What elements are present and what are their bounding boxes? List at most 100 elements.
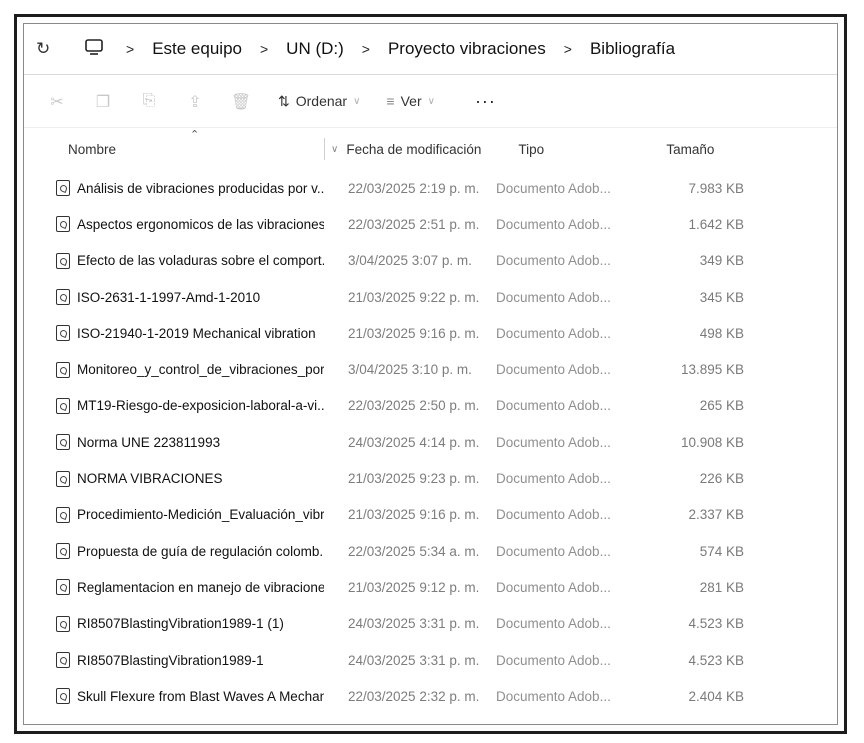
file-row[interactable]: Propuesta de guía de regulación colomb..…: [24, 533, 837, 569]
pdf-file-icon: [56, 652, 70, 668]
file-type: Documento Adob...: [496, 579, 611, 595]
file-size: 4.523 KB: [688, 652, 744, 668]
pdf-file-icon: [56, 470, 70, 487]
column-header-name[interactable]: ⌃ Nombre: [24, 129, 324, 157]
address-bar[interactable]: ↻ > Este equipo > UN (D:) > Proyecto vib…: [24, 24, 837, 75]
chevron-right-icon: >: [126, 41, 135, 57]
file-name-cell[interactable]: NORMA VIBRACIONES: [24, 470, 324, 487]
paste-icon[interactable]: ⎘: [138, 92, 160, 110]
file-row[interactable]: Reglamentacion en manejo de vibraciones 2…: [24, 569, 837, 605]
sort-button[interactable]: ⇅ Ordenar ∨: [278, 93, 360, 110]
file-name: RI8507BlastingVibration1989-1 (1): [77, 616, 284, 632]
pdf-file-icon: [56, 506, 70, 523]
file-size: 4.523 KB: [688, 616, 744, 632]
file-size: 10.908 KB: [680, 434, 744, 450]
file-date: 24/03/2025 3:31 p. m.: [348, 652, 480, 668]
view-button[interactable]: ≡ Ver ∨: [386, 93, 435, 109]
file-name-cell[interactable]: Procedimiento-Medición_Evaluación_vibr..…: [24, 506, 324, 523]
file-size: 574 KB: [699, 543, 744, 559]
file-name-cell[interactable]: Monitoreo_y_control_de_vibraciones_por..…: [24, 361, 324, 378]
file-name-cell[interactable]: RI8507BlastingVibration1989-1: [24, 652, 324, 668]
pdf-file-icon: [56, 180, 70, 197]
copy-icon[interactable]: ❐: [92, 92, 114, 111]
file-row[interactable]: Vibraciones y onda aérea21/03/2025 8:50 …: [24, 714, 837, 724]
file-date: 3/04/2025 3:07 p. m.: [348, 253, 472, 269]
file-name-cell[interactable]: MT19-Riesgo-de-exposicion-laboral-a-vi..…: [24, 397, 324, 414]
breadcrumb-este-equipo[interactable]: Este equipo: [152, 39, 242, 59]
column-header-type[interactable]: Tipo: [518, 142, 666, 157]
file-name-cell[interactable]: Efecto de las voladuras sobre el comport…: [24, 252, 324, 269]
file-name: ISO-21940-1-2019 Mechanical vibration: [77, 325, 316, 341]
file-type: Documento Adob...: [496, 688, 611, 704]
file-row[interactable]: MT19-Riesgo-de-exposicion-laboral-a-vi..…: [24, 388, 837, 424]
sort-label: Ordenar: [295, 93, 348, 109]
file-size: 13.895 KB: [680, 362, 744, 378]
file-row[interactable]: Efecto de las voladuras sobre el comport…: [24, 243, 837, 279]
file-name-cell[interactable]: ISO-2631-1-1997-Amd-1-2010: [24, 289, 324, 306]
column-header-size[interactable]: Tamaño: [666, 142, 766, 157]
file-type: Documento Adob...: [496, 507, 611, 523]
file-type: Documento Adob...: [496, 434, 611, 450]
file-name-cell[interactable]: Skull Flexure from Blast Waves A Mechan.…: [24, 688, 324, 705]
delete-icon[interactable]: 🗑: [230, 92, 252, 111]
file-row[interactable]: RI8507BlastingVibration1989-1 24/03/2025 …: [24, 642, 837, 678]
column-divider[interactable]: [324, 138, 325, 160]
pdf-file-icon: [56, 579, 70, 596]
file-name-cell[interactable]: Aspectos ergonomicos de las vibraciones: [24, 216, 324, 233]
file-type: Documento Adob...: [496, 652, 611, 668]
pdf-file-icon: [56, 325, 70, 342]
sort-ascending-icon: ⌃: [190, 128, 200, 141]
file-name-cell[interactable]: Norma UNE 223811993: [24, 434, 324, 451]
file-row[interactable]: ISO-21940-1-2019 Mechanical vibration 21/…: [24, 315, 837, 351]
file-row[interactable]: Monitoreo_y_control_de_vibraciones_por..…: [24, 351, 837, 387]
file-size: 281 KB: [699, 579, 744, 595]
file-name: RI8507BlastingVibration1989-1: [77, 652, 264, 668]
share-icon[interactable]: ⇪: [184, 92, 206, 111]
file-date: 21/03/2025 9:23 p. m.: [348, 471, 480, 487]
file-size: 498 KB: [699, 325, 744, 341]
file-row[interactable]: Norma UNE 223811993 24/03/2025 4:14 p. m.…: [24, 424, 837, 460]
file-name-cell[interactable]: Reglamentacion en manejo de vibraciones: [24, 579, 324, 596]
cut-icon[interactable]: ✂: [46, 92, 68, 111]
file-name-cell[interactable]: Propuesta de guía de regulación colomb..…: [24, 543, 324, 560]
more-options-button[interactable]: ···: [475, 91, 496, 112]
file-size: 265 KB: [699, 398, 744, 414]
view-label: Ver: [400, 93, 422, 109]
file-row[interactable]: Aspectos ergonomicos de las vibraciones 2…: [24, 206, 837, 242]
file-row[interactable]: ISO-2631-1-1997-Amd-1-2010 21/03/2025 9:2…: [24, 279, 837, 315]
explorer-window-frame: ↻ > Este equipo > UN (D:) > Proyecto vib…: [14, 14, 847, 734]
file-name-cell[interactable]: Análisis de vibraciones producidas por v…: [24, 180, 324, 197]
file-date: 21/03/2025 9:16 p. m.: [348, 507, 480, 523]
computer-icon[interactable]: [84, 38, 108, 61]
breadcrumb-drive[interactable]: UN (D:): [286, 39, 344, 59]
file-row[interactable]: NORMA VIBRACIONES 21/03/2025 9:23 p. m. Do…: [24, 460, 837, 496]
refresh-icon[interactable]: ↻: [36, 39, 58, 59]
file-row[interactable]: RI8507BlastingVibration1989-1 (1) 24/03/2…: [24, 606, 837, 642]
file-type: Documento Adob...: [496, 471, 611, 487]
file-row[interactable]: Procedimiento-Medición_Evaluación_vibr..…: [24, 497, 837, 533]
file-type: Documento Adob...: [496, 362, 611, 378]
breadcrumb-proyecto[interactable]: Proyecto vibraciones: [388, 39, 546, 59]
file-name: Norma UNE 223811993: [77, 434, 221, 450]
file-list: Análisis de vibraciones producidas por v…: [24, 170, 837, 724]
file-type: Documento Adob...: [496, 289, 611, 305]
column-header-date[interactable]: Fecha de modificación: [346, 142, 518, 157]
file-size: 1.642 KB: [688, 216, 744, 232]
file-name: MT19-Riesgo-de-exposicion-laboral-a-vi..…: [77, 398, 324, 414]
chevron-right-icon: >: [563, 41, 572, 57]
breadcrumb-current-folder[interactable]: Bibliografía: [590, 39, 675, 59]
file-date: 22/03/2025 2:51 p. m.: [348, 216, 480, 232]
file-row[interactable]: Análisis de vibraciones producidas por v…: [24, 170, 837, 206]
file-size: 349 KB: [699, 253, 744, 269]
file-size: 2.404 KB: [688, 688, 744, 704]
file-type: Documento Adob...: [496, 216, 611, 232]
file-date: 3/04/2025 3:10 p. m.: [348, 362, 472, 378]
file-row[interactable]: Skull Flexure from Blast Waves A Mechan.…: [24, 678, 837, 714]
file-name-cell[interactable]: RI8507BlastingVibration1989-1 (1): [24, 615, 324, 632]
file-type: Documento Adob...: [496, 325, 611, 341]
file-type: Documento Adob...: [496, 253, 611, 269]
chevron-down-icon: ∨: [353, 95, 361, 107]
file-name: Monitoreo_y_control_de_vibraciones_por..…: [77, 362, 324, 378]
file-name-cell[interactable]: ISO-21940-1-2019 Mechanical vibration: [24, 325, 324, 342]
chevron-down-icon[interactable]: ∨: [331, 144, 338, 155]
